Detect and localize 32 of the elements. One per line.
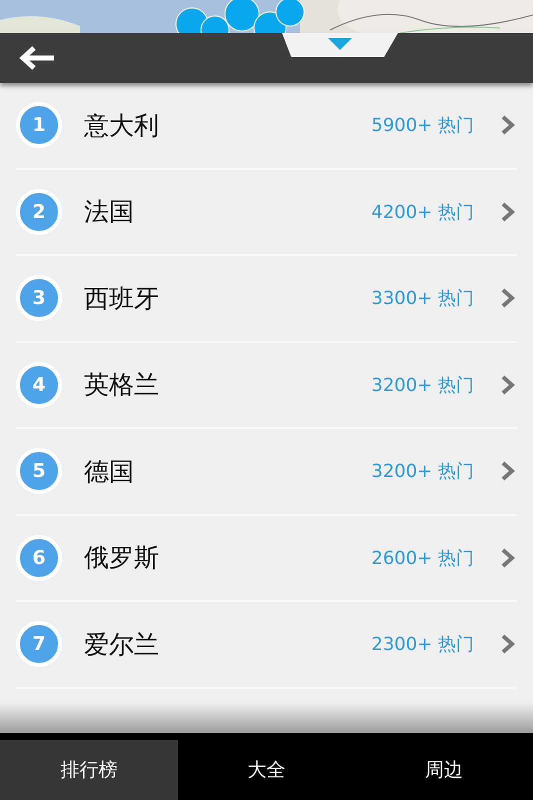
chevron-right-icon xyxy=(501,202,515,222)
popular-count: 3200+ 热门 xyxy=(371,460,474,484)
chevron-right-icon xyxy=(501,548,515,568)
rank-badge: 3 xyxy=(16,275,62,322)
rank-badge: 6 xyxy=(16,534,62,581)
popular-count: 3300+ 热门 xyxy=(371,287,474,310)
popular-count: 2300+ 热门 xyxy=(371,633,474,656)
rank-badge: 2 xyxy=(16,188,62,235)
country-name[interactable]: 意大利 xyxy=(84,108,372,142)
rank-badge: 7 xyxy=(16,621,62,668)
country-name[interactable]: 西班牙 xyxy=(84,282,372,315)
back-arrow-icon xyxy=(18,46,56,70)
country-name[interactable]: 法国 xyxy=(84,195,372,228)
country-name[interactable]: 爱尔兰 xyxy=(84,628,372,661)
country-name[interactable]: 德国 xyxy=(84,454,372,488)
rank-badge: 5 xyxy=(16,448,62,494)
popular-count: 4200+ 热门 xyxy=(371,200,474,224)
tab[interactable]: 排行榜 xyxy=(0,740,178,800)
rank-badge: 4 xyxy=(16,362,62,408)
chevron-right-icon xyxy=(501,288,515,308)
rank-badge: 1 xyxy=(16,102,62,148)
chevron-right-icon xyxy=(501,374,515,395)
popular-count: 3200+ 热门 xyxy=(371,374,474,397)
country-name[interactable]: 英格兰 xyxy=(84,368,372,402)
chevron-right-icon xyxy=(501,634,515,654)
popular-count: 5900+ 热门 xyxy=(371,114,474,138)
back-button[interactable] xyxy=(18,46,56,70)
triangle-down-icon xyxy=(328,38,352,50)
chevron-right-icon xyxy=(501,115,515,136)
chevron-right-icon xyxy=(501,461,515,482)
popular-count: 2600+ 热门 xyxy=(371,546,474,570)
country-name[interactable]: 俄罗斯 xyxy=(84,541,372,574)
